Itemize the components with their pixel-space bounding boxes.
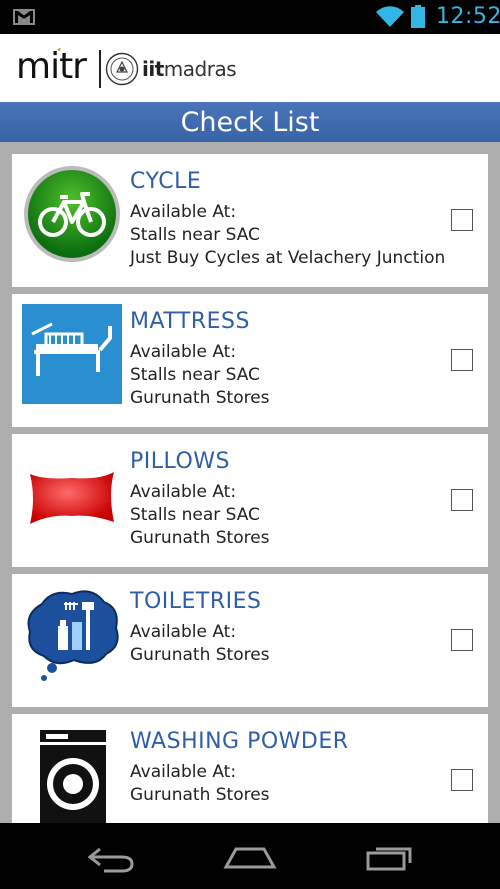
status-bar: 12:52 bbox=[0, 0, 500, 34]
brand-header: mitr iitmadras bbox=[0, 34, 500, 102]
location: Gurunath Stores bbox=[130, 528, 270, 548]
navigation-bar bbox=[0, 823, 500, 889]
location: Stalls near SAC bbox=[130, 365, 260, 385]
item-title: WASHING POWDER bbox=[130, 729, 349, 754]
item-title: CYCLE bbox=[130, 169, 202, 194]
item-checkbox[interactable] bbox=[451, 209, 473, 231]
checklist[interactable]: CYCLE Available At: Stalls near SAC Just… bbox=[0, 142, 500, 823]
list-item[interactable]: CYCLE Available At: Stalls near SAC Just… bbox=[12, 154, 488, 287]
page-title: Check List bbox=[0, 102, 500, 142]
status-clock: 12:52 bbox=[436, 4, 500, 29]
recent-apps-icon[interactable] bbox=[364, 841, 416, 873]
availability: Available At: Gurunath Stores bbox=[130, 761, 270, 807]
pillow-icon bbox=[30, 472, 114, 524]
location: Gurunath Stores bbox=[130, 388, 270, 408]
location: Stalls near SAC bbox=[130, 505, 260, 525]
available-label: Available At: bbox=[130, 342, 237, 362]
item-checkbox[interactable] bbox=[451, 349, 473, 371]
item-checkbox[interactable] bbox=[451, 489, 473, 511]
washing-machine-icon bbox=[40, 730, 106, 823]
list-item[interactable]: TOILETRIES Available At: Gurunath Stores bbox=[12, 574, 488, 707]
available-label: Available At: bbox=[130, 482, 237, 502]
availability: Available At: Stalls near SAC Gurunath S… bbox=[130, 341, 270, 410]
availability: Available At: Stalls near SAC Gurunath S… bbox=[130, 481, 270, 550]
list-item[interactable]: MATTRESS Available At: Stalls near SAC G… bbox=[12, 294, 488, 427]
gmail-icon bbox=[13, 9, 35, 25]
item-title: TOILETRIES bbox=[130, 589, 262, 614]
available-label: Available At: bbox=[130, 622, 237, 642]
location: Just Buy Cycles at Velachery Junction bbox=[130, 248, 446, 268]
toiletries-icon bbox=[27, 590, 119, 681]
mitr-logo: mitr bbox=[16, 48, 88, 84]
iit-madras-logo: iitmadras bbox=[142, 57, 237, 81]
location: Stalls near SAC bbox=[130, 225, 260, 245]
available-label: Available At: bbox=[130, 762, 237, 782]
back-icon[interactable] bbox=[86, 843, 136, 873]
logo-divider bbox=[99, 50, 101, 88]
iit-seal-icon bbox=[105, 52, 139, 86]
list-item[interactable]: WASHING POWDER Available At: Gurunath St… bbox=[12, 714, 488, 823]
item-title: PILLOWS bbox=[130, 449, 231, 474]
bed-icon bbox=[22, 304, 122, 404]
location: Gurunath Stores bbox=[130, 645, 270, 665]
available-label: Available At: bbox=[130, 202, 237, 222]
wifi-icon bbox=[376, 6, 404, 28]
list-item[interactable]: PILLOWS Available At: Stalls near SAC Gu… bbox=[12, 434, 488, 567]
bicycle-icon bbox=[24, 166, 120, 262]
item-checkbox[interactable] bbox=[451, 629, 473, 651]
home-icon[interactable] bbox=[222, 841, 278, 873]
svg-text:mitr: mitr bbox=[16, 48, 87, 84]
battery-icon bbox=[411, 5, 425, 28]
item-checkbox[interactable] bbox=[451, 769, 473, 791]
item-title: MATTRESS bbox=[130, 309, 250, 334]
location: Gurunath Stores bbox=[130, 785, 270, 805]
availability: Available At: Gurunath Stores bbox=[130, 621, 270, 667]
availability: Available At: Stalls near SAC Just Buy C… bbox=[130, 201, 445, 270]
